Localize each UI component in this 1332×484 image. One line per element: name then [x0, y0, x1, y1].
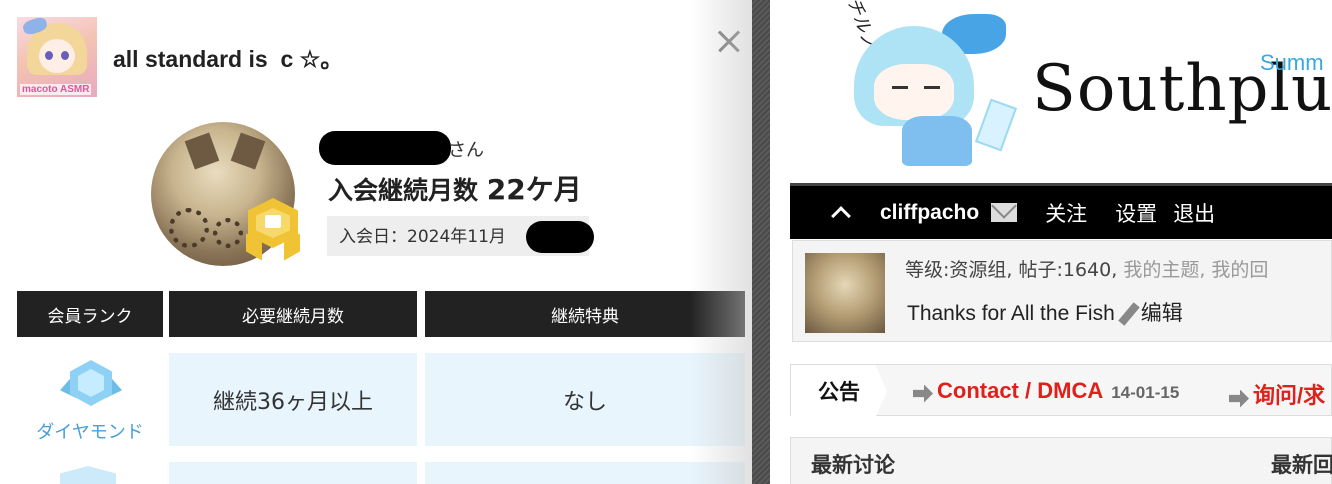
level-posts-text: 等级:资源组, 帖子:1640, — [905, 259, 1124, 281]
notice-link[interactable]: 询问/求 — [1253, 383, 1325, 408]
latest-reply-title: 最新回 — [1271, 453, 1332, 477]
chevron-up-icon[interactable] — [831, 205, 851, 226]
notice-link[interactable]: Contact / DMCA — [937, 378, 1103, 403]
panel-divider — [752, 0, 770, 484]
user-stats: 等级:资源组, 帖子:1640, 我的主题, 我的回 — [905, 255, 1268, 282]
redacted-join-day — [526, 221, 594, 253]
next-required-cell — [169, 462, 417, 484]
notice-item[interactable]: Contact / DMCA 14-01-15 — [913, 378, 1179, 404]
membership-panel: macoto ASMR all standard is c ☆。 さん 入会継続… — [0, 0, 752, 484]
notice-date: 14-01-15 — [1111, 383, 1180, 402]
redacted-username — [319, 131, 451, 165]
next-rank-icon — [60, 466, 116, 484]
diamond-rank-icon — [60, 358, 122, 412]
months-value: 22ケ月 — [486, 173, 582, 206]
nav-link-follow[interactable]: 关注 — [1045, 198, 1087, 228]
avatar-eye — [61, 51, 69, 60]
months-heading: 入会継続月数 22ケ月 — [328, 168, 582, 208]
creator-avatar[interactable]: macoto ASMR — [17, 17, 97, 97]
pencil-icon[interactable] — [1117, 302, 1140, 327]
avatar-eye — [45, 51, 53, 60]
mail-icon[interactable] — [991, 203, 1018, 222]
rank-name: ダイヤモンド — [36, 422, 144, 443]
honorific: さん — [448, 140, 484, 161]
screenshot-root: macoto ASMR all standard is c ☆。 さん 入会継続… — [0, 0, 1332, 484]
profile-box: 等级:资源组, 帖子:1640, 我的主题, 我的回 Thanks for Al… — [792, 240, 1332, 342]
edit-signature-link[interactable]: 编辑 — [1141, 301, 1183, 325]
mascot-eye — [924, 86, 940, 89]
notice-bar: 公告 Contact / DMCA 14-01-15 询问/求 — [790, 364, 1332, 417]
next-benefit-cell — [425, 462, 745, 484]
signature-line: Thanks for All the Fish 编辑 — [907, 297, 1183, 327]
forum-page: チルノ Southplus Summ cliffpacho 关注 设置 退出 等… — [770, 0, 1332, 484]
required-months-cell: 継続36ヶ月以上 — [169, 353, 417, 446]
nav-username[interactable]: cliffpacho — [880, 201, 979, 225]
rank-cell: ダイヤモンド — [17, 352, 163, 448]
user-navbar: cliffpacho 关注 设置 退出 — [790, 183, 1332, 239]
mascot-face — [874, 64, 954, 120]
cat-ear — [184, 132, 220, 170]
mascot-eye — [892, 86, 908, 89]
arrow-right-icon — [913, 384, 933, 403]
mascot-wing — [974, 98, 1018, 152]
site-logo-sub: Summ — [1260, 50, 1324, 75]
notice-item[interactable]: 询问/求 — [1229, 378, 1325, 410]
creator-name[interactable]: all standard is c ☆。 — [113, 40, 343, 74]
close-icon[interactable] — [712, 24, 748, 60]
benefit-cell: なし — [425, 353, 745, 446]
mascot-body — [902, 116, 972, 166]
my-topics-links[interactable]: 我的主题, 我的回 — [1123, 259, 1268, 281]
gear-decoration — [213, 218, 243, 248]
avatar-tag: macoto ASMR — [20, 84, 92, 95]
latest-discussion-bar: 最新讨论 最新回 — [790, 437, 1332, 484]
table-header-required-months: 必要継続月数 — [169, 291, 417, 337]
mini-avatar[interactable] — [805, 253, 885, 333]
book-icon — [265, 215, 281, 228]
gear-decoration — [169, 208, 209, 248]
table-header-rank: 会員ランク — [17, 291, 163, 337]
cat-ear — [230, 132, 266, 170]
notice-label: 公告 — [791, 365, 887, 417]
nav-link-logout[interactable]: 退出 — [1173, 198, 1215, 228]
gold-book-badge-icon — [244, 194, 302, 261]
latest-discussion-title: 最新讨论 — [811, 453, 895, 477]
months-label: 入会継続月数 — [328, 176, 479, 205]
nav-link-settings[interactable]: 设置 — [1115, 198, 1157, 228]
arrow-right-icon — [1229, 389, 1249, 408]
table-header-benefit: 継続特典 — [425, 291, 745, 337]
mascot-image: チルノ — [832, 0, 1032, 172]
signature-text: Thanks for All the Fish — [907, 302, 1115, 325]
